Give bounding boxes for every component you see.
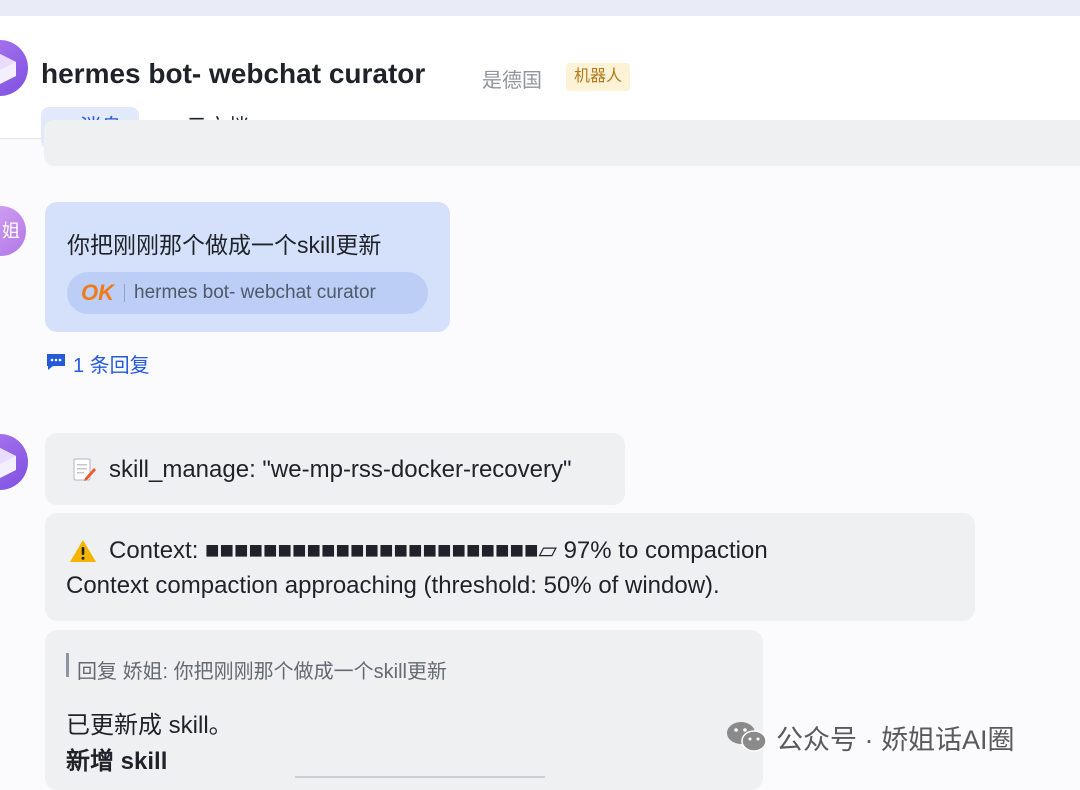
warning-icon [69, 539, 97, 568]
user-message-text: 你把刚刚那个做成一个skill更新 [67, 232, 382, 258]
bot-badge: 机器人 [566, 63, 631, 91]
reply-bubble-icon [45, 352, 67, 378]
watermark-text: 公众号 · 娇姐话AI圈 [776, 725, 1015, 755]
quoted-message: 回复 娇姐: 你把刚刚那个做成一个skill更新 [77, 661, 447, 683]
user-message-bubble[interactable]: 你把刚刚那个做成一个skill更新 OK hermes bot- webchat… [45, 202, 450, 332]
context-threshold-line: Context compaction approaching (threshol… [66, 572, 720, 599]
mention-name: hermes bot- webchat curator [134, 282, 376, 303]
context-usage-line: Context: ■■■■■■■■■■■■■■■■■■■■■■■▱ 97% to… [109, 537, 768, 564]
reply-count-label: 1 条回复 [73, 355, 150, 377]
reply-heading: 新增 skill [66, 748, 168, 775]
user-avatar-initial: 姐 [2, 221, 20, 241]
organization-name: 是德国 [482, 70, 542, 92]
bot-avatar[interactable] [0, 434, 28, 490]
tool-call-bubble[interactable]: skill_manage: "we-mp-rss-docker-recovery… [45, 433, 625, 505]
memo-pencil-icon [71, 457, 97, 488]
chat-title: hermes bot- webchat curator [41, 58, 426, 89]
wechat-icon [726, 720, 768, 761]
chip-divider [124, 284, 125, 302]
quote-bar [66, 653, 69, 677]
bot-reply-bubble[interactable]: 回复 娇姐: 你把刚刚那个做成一个skill更新 已更新成 skill。 新增 … [45, 630, 763, 790]
ok-reaction-icon: OK [81, 280, 114, 305]
previous-message-bubble [44, 120, 1080, 166]
mention-chip[interactable]: OK hermes bot- webchat curator [67, 272, 428, 314]
tool-call-text: skill_manage: "we-mp-rss-docker-recovery… [109, 456, 572, 483]
cube-icon [0, 448, 16, 478]
window-top-strip [0, 0, 1080, 16]
user-avatar[interactable]: 姐 [0, 206, 26, 256]
cube-icon [0, 54, 16, 84]
bot-avatar[interactable] [0, 40, 28, 96]
context-warning-bubble[interactable]: Context: ■■■■■■■■■■■■■■■■■■■■■■■▱ 97% to… [45, 513, 975, 621]
reply-text: 已更新成 skill。 [66, 712, 233, 739]
